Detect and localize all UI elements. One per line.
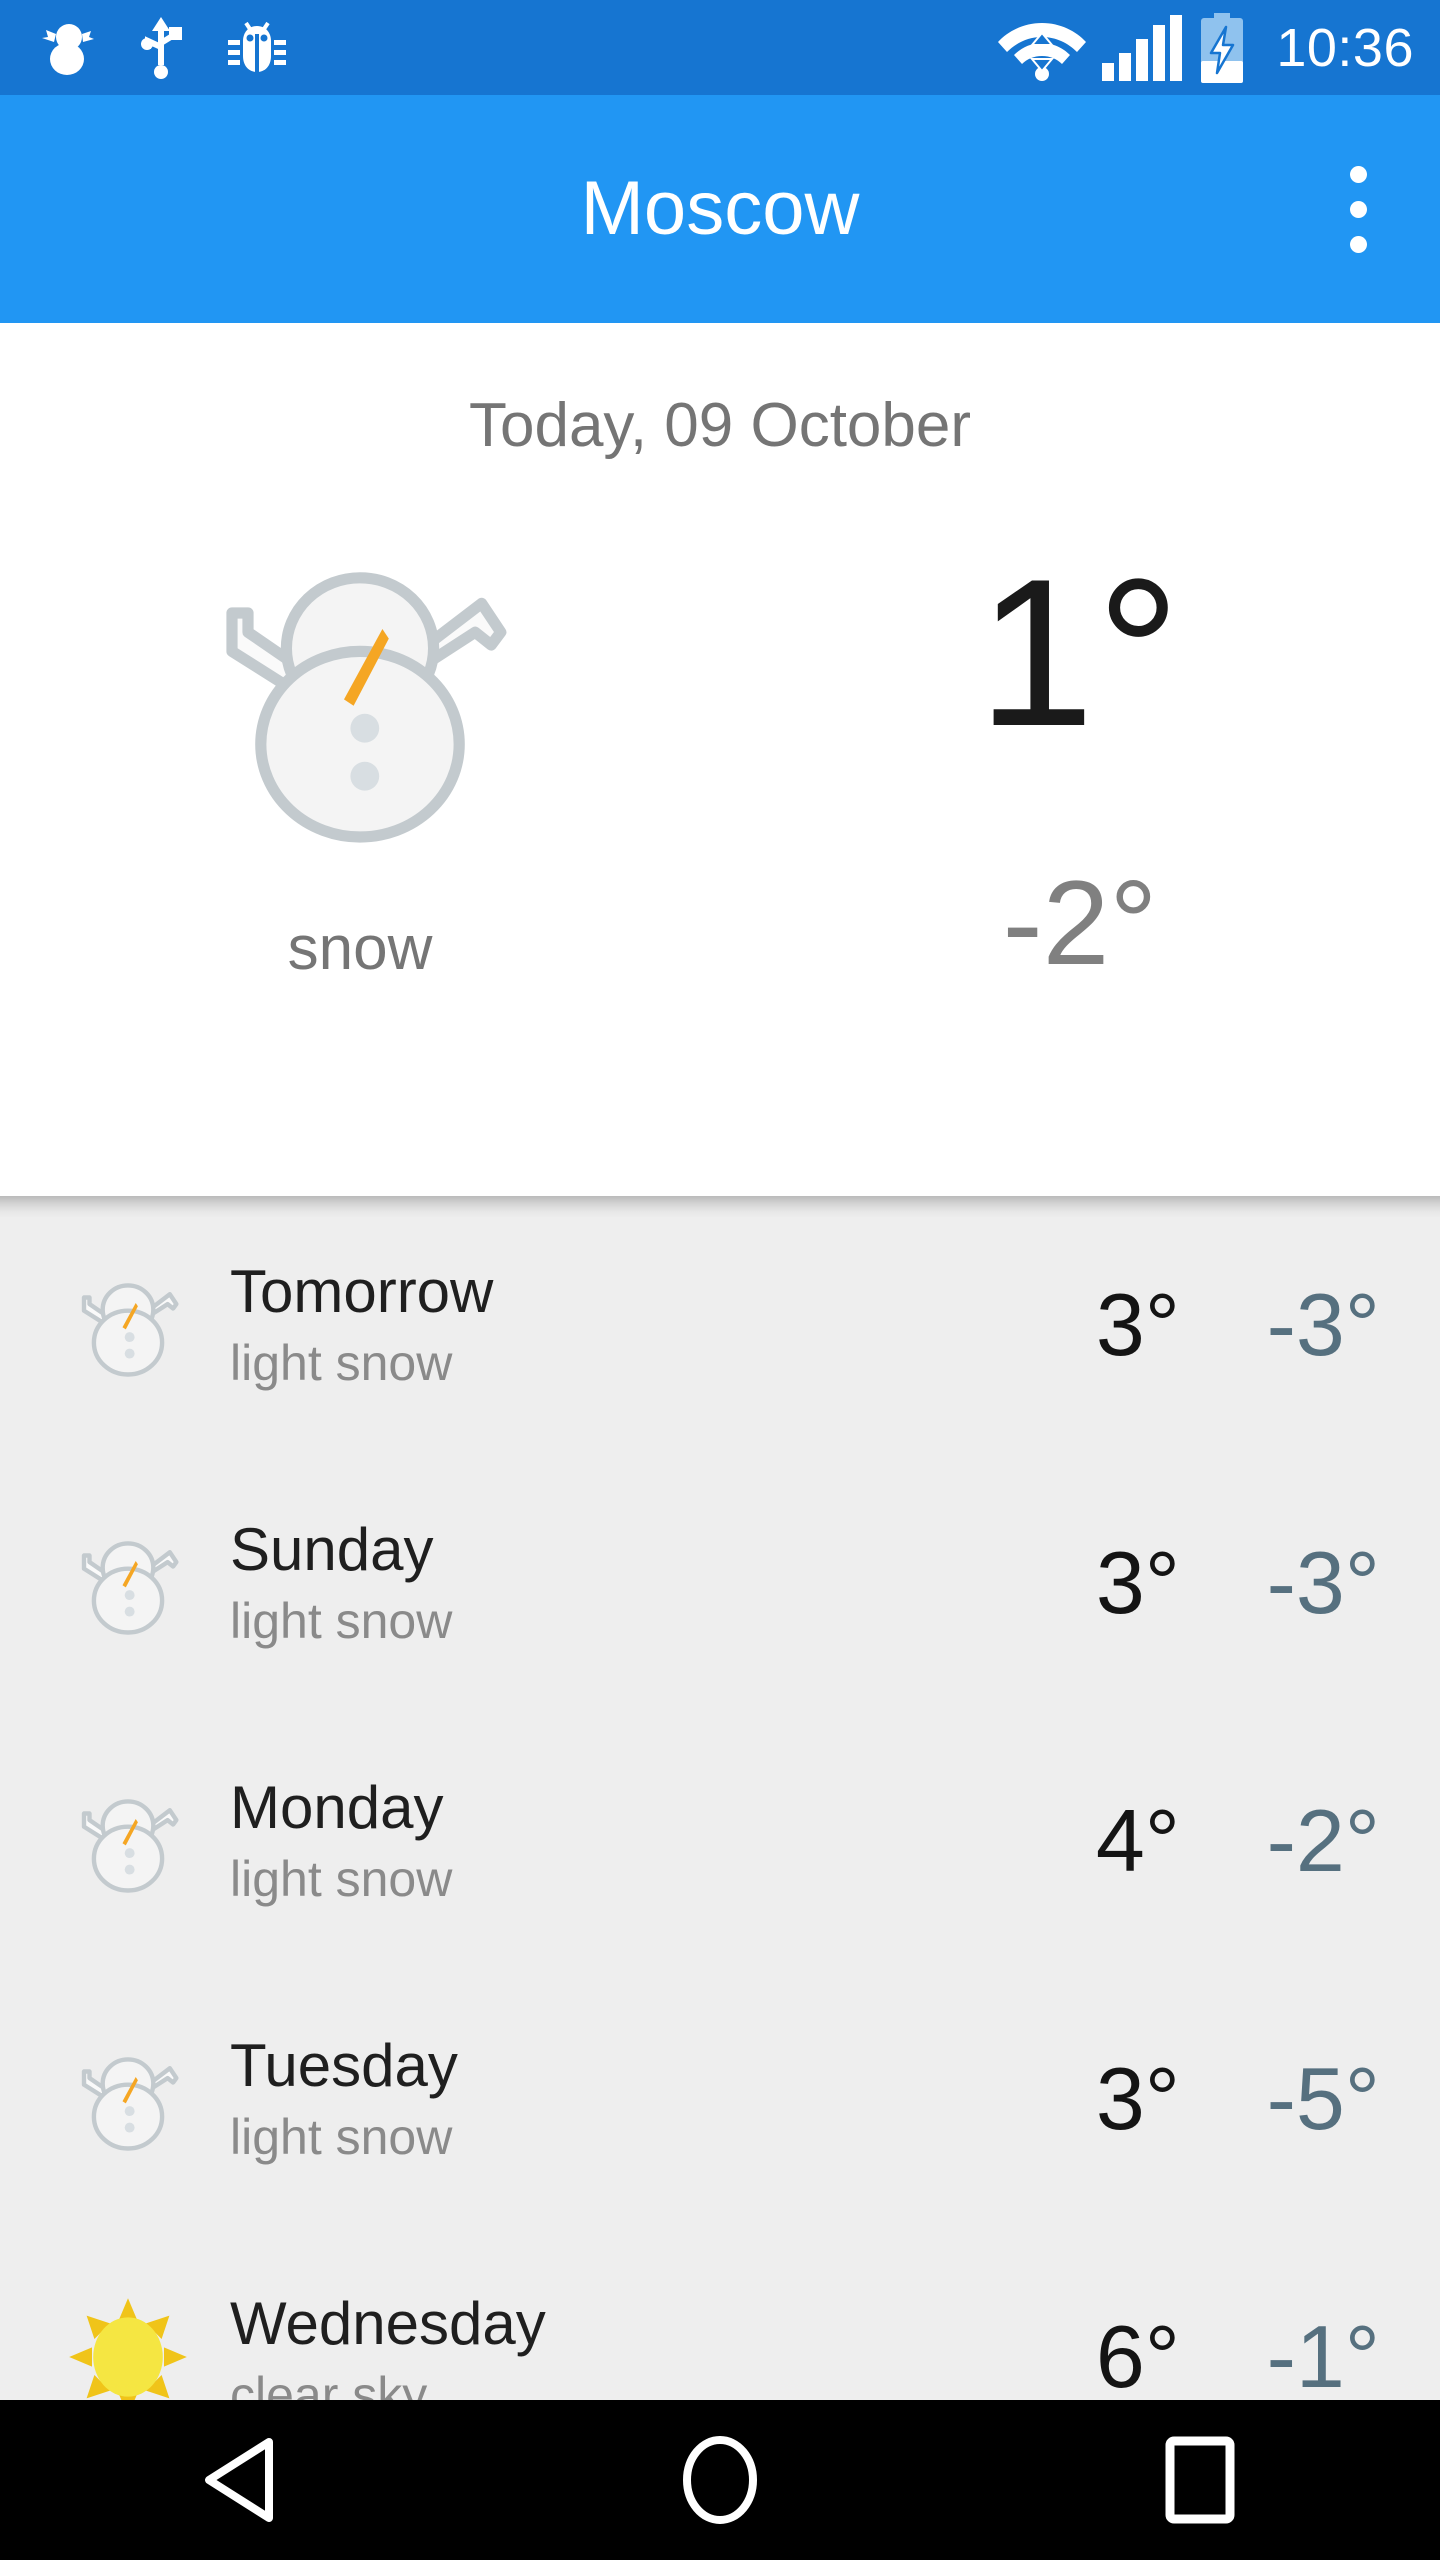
page-title: Moscow bbox=[580, 166, 860, 251]
current-weather-icon-wrap bbox=[195, 528, 525, 858]
forecast-row[interactable]: Tomorrow light snow 3° -3° bbox=[0, 1196, 1440, 1454]
current-condition-label: snow bbox=[287, 914, 433, 983]
navigation-bar bbox=[0, 2400, 1440, 2560]
battery-charging-icon bbox=[1201, 12, 1244, 83]
forecast-condition-label: light snow bbox=[230, 2109, 453, 2165]
forecast-day-label: Monday bbox=[230, 1774, 444, 1841]
forecast-text-block: Tuesday light snow bbox=[188, 2032, 1070, 2165]
circle-icon bbox=[683, 2436, 757, 2524]
forecast-temperatures: 3° -5° bbox=[1070, 2055, 1400, 2143]
snowman-icon bbox=[81, 1799, 179, 1893]
snowman-icon bbox=[81, 2057, 179, 2151]
back-button[interactable] bbox=[140, 2400, 340, 2560]
forecast-text-block: Monday light snow bbox=[188, 1774, 1070, 1907]
forecast-day-label: Tuesday bbox=[230, 2032, 458, 2099]
forecast-row[interactable]: Sunday light snow 3° -3° bbox=[0, 1454, 1440, 1712]
forecast-low-temperature: -3° bbox=[1266, 1533, 1380, 1632]
wifi-icon bbox=[998, 22, 1087, 81]
forecast-high-temperature: 3° bbox=[1095, 1275, 1180, 1374]
forecast-high-temperature: 6° bbox=[1095, 2307, 1180, 2401]
current-low-temperature: -2° bbox=[1002, 856, 1158, 990]
forecast-low-temperature: -3° bbox=[1266, 1275, 1380, 1374]
forecast-icon-wrap bbox=[68, 2297, 188, 2400]
overflow-menu-button[interactable] bbox=[1314, 144, 1402, 274]
forecast-high-temperature: 3° bbox=[1095, 2049, 1180, 2148]
forecast-row[interactable]: Tuesday light snow 3° -5° bbox=[0, 1970, 1440, 2228]
forecast-text-block: Tomorrow light snow bbox=[188, 1258, 1070, 1391]
overflow-dot-1 bbox=[1349, 165, 1367, 183]
bug-icon bbox=[228, 21, 286, 72]
home-button[interactable] bbox=[620, 2400, 820, 2560]
status-bar-system-icons: 10:36 bbox=[998, 12, 1414, 83]
current-condition-column: snow bbox=[0, 528, 720, 1088]
forecast-condition-label: clear sky bbox=[230, 2367, 428, 2400]
forecast-condition-label: light snow bbox=[230, 1851, 453, 1907]
cellular-signal-icon bbox=[1102, 14, 1183, 81]
forecast-condition-label: light snow bbox=[230, 1593, 453, 1649]
forecast-low-temperature: -2° bbox=[1266, 1791, 1380, 1890]
usb-icon bbox=[141, 16, 182, 79]
forecast-temperatures: 3° -3° bbox=[1070, 1539, 1400, 1627]
current-date-label: Today, 09 October bbox=[468, 391, 972, 460]
forecast-high-temperature: 3° bbox=[1095, 1533, 1180, 1632]
snowman-notification-icon bbox=[42, 23, 94, 75]
forecast-day-label: Tomorrow bbox=[230, 1258, 494, 1325]
forecast-text-block: Sunday light snow bbox=[188, 1516, 1070, 1649]
app-bar: Moscow bbox=[0, 95, 1440, 323]
overflow-dot-2 bbox=[1349, 200, 1367, 218]
triangle-left-icon bbox=[205, 2438, 273, 2522]
forecast-text-block: Wednesday clear sky bbox=[188, 2290, 1070, 2401]
forecast-day-label: Sunday bbox=[230, 1516, 434, 1583]
recents-button[interactable] bbox=[1100, 2400, 1300, 2560]
forecast-condition-label: light snow bbox=[230, 1335, 453, 1391]
forecast-temperatures: 3° -3° bbox=[1070, 1281, 1400, 1369]
forecast-day-label: Wednesday bbox=[230, 2290, 546, 2357]
forecast-temperatures: 6° -1° bbox=[1070, 2307, 1400, 2401]
forecast-low-temperature: -1° bbox=[1266, 2307, 1380, 2401]
overflow-dot-3 bbox=[1349, 235, 1367, 253]
current-weather-card[interactable]: Today, 09 October snow 1° -2° bbox=[0, 323, 1440, 1196]
forecast-icon-wrap bbox=[68, 1781, 188, 1901]
forecast-low-temperature: -5° bbox=[1266, 2049, 1380, 2148]
forecast-row[interactable]: Wednesday clear sky 6° -1° bbox=[0, 2228, 1440, 2400]
forecast-temperatures: 4° -2° bbox=[1070, 1797, 1400, 1885]
app-screen: 10:36 Moscow Today, 09 October snow 1° -… bbox=[0, 0, 1440, 2560]
forecast-high-temperature: 4° bbox=[1095, 1791, 1180, 1890]
square-icon bbox=[1165, 2436, 1235, 2524]
status-bar: 10:36 bbox=[0, 0, 1440, 95]
snowman-icon bbox=[81, 1283, 179, 1377]
forecast-icon-wrap bbox=[68, 2039, 188, 2159]
forecast-row[interactable]: Monday light snow 4° -2° bbox=[0, 1712, 1440, 1970]
forecast-list[interactable]: Tomorrow light snow 3° -3° Sunday light … bbox=[0, 1196, 1440, 2400]
status-bar-clock: 10:36 bbox=[1276, 17, 1414, 78]
current-high-temperature: 1° bbox=[977, 535, 1183, 770]
sun-icon bbox=[69, 2298, 187, 2400]
snowman-icon bbox=[81, 1541, 179, 1635]
snowman-icon bbox=[226, 572, 507, 843]
status-bar-notifications bbox=[40, 16, 286, 79]
current-temperature-column: 1° -2° bbox=[720, 528, 1440, 1088]
forecast-icon-wrap bbox=[68, 1523, 188, 1643]
forecast-icon-wrap bbox=[68, 1265, 188, 1385]
current-weather-body: snow 1° -2° bbox=[0, 528, 1440, 1088]
